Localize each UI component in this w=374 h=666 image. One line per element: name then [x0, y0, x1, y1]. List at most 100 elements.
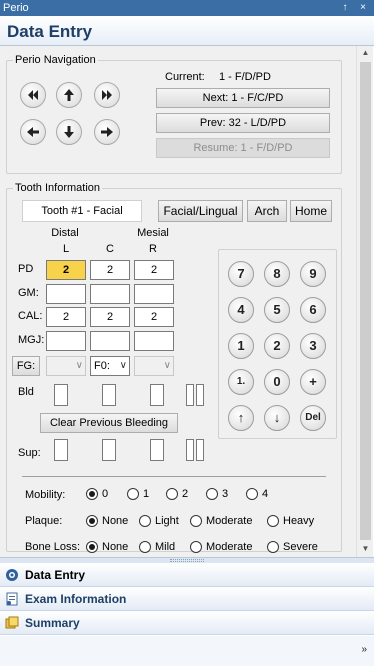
plaque-option-label: Heavy: [283, 515, 315, 527]
key-6[interactable]: 6: [300, 297, 326, 323]
chevron-down-icon: ∨: [119, 360, 127, 371]
scrollbar-thumb[interactable]: [360, 62, 371, 540]
facial-lingual-button[interactable]: Facial/Lingual: [158, 200, 243, 222]
bone-loss-option-moderate[interactable]: Moderate: [190, 541, 252, 553]
last-record-button[interactable]: [94, 82, 120, 108]
bone-loss-option-label: None: [102, 541, 129, 553]
gm-center-input[interactable]: [90, 284, 130, 304]
fg-distal-select[interactable]: ∨: [46, 356, 86, 376]
vertical-scrollbar[interactable]: ▲ ▼: [356, 46, 373, 557]
gm-mesial-input[interactable]: [134, 284, 174, 304]
left-arrow-button[interactable]: [20, 119, 46, 145]
bleeding-center-toggle[interactable]: [102, 384, 116, 406]
mobility-option-4[interactable]: 4: [246, 488, 268, 500]
key-3[interactable]: 3: [300, 333, 326, 359]
bleeding-extra-toggle-1[interactable]: [186, 384, 194, 406]
key-0[interactable]: 0: [264, 369, 290, 395]
right-arrow-button[interactable]: [94, 119, 120, 145]
bone-loss-option-label: Moderate: [206, 541, 253, 553]
bone-loss-option-mild[interactable]: Mild: [139, 541, 175, 553]
suppuration-mesial-toggle[interactable]: [150, 439, 164, 461]
suppuration-extra-toggle-1[interactable]: [186, 439, 194, 461]
bleeding-mesial-toggle[interactable]: [150, 384, 164, 406]
mobility-option-label: 1: [143, 488, 150, 500]
nav-item-data-entry[interactable]: Data Entry: [0, 563, 374, 587]
mgj-center-input[interactable]: [90, 331, 130, 351]
bleeding-extra-toggle-2[interactable]: [196, 384, 204, 406]
mgj-distal-input[interactable]: [46, 331, 86, 351]
plaque-option-moderate[interactable]: Moderate: [190, 515, 252, 527]
key-delete[interactable]: Del: [300, 405, 326, 431]
plaque-option-none[interactable]: None: [86, 515, 128, 527]
key-up-arrow[interactable]: ↑: [228, 405, 254, 431]
radio-selected: [86, 541, 98, 553]
perio-navigation-legend: Perio Navigation: [15, 54, 96, 66]
cal-center-input[interactable]: 2: [90, 307, 130, 327]
plaque-option-light[interactable]: Light: [139, 515, 179, 527]
column-c-label: C: [106, 243, 114, 255]
mobility-option-1[interactable]: 1: [127, 488, 149, 500]
cal-label: CAL:: [18, 310, 43, 322]
key-5[interactable]: 5: [264, 297, 290, 323]
more-items-icon[interactable]: »: [361, 644, 367, 655]
pd-mesial-input[interactable]: 2: [134, 260, 174, 280]
key-1-dot[interactable]: 1.: [228, 369, 254, 395]
fg-mesial-select[interactable]: ∨: [134, 356, 174, 376]
plaque-option-heavy[interactable]: Heavy: [267, 515, 314, 527]
clear-previous-bleeding-button[interactable]: Clear Previous Bleeding: [40, 413, 178, 433]
key-4[interactable]: 4: [228, 297, 254, 323]
cal-mesial-input[interactable]: 2: [134, 307, 174, 327]
mobility-option-3[interactable]: 3: [206, 488, 228, 500]
current-label: Current:: [165, 71, 205, 83]
key-plus[interactable]: +: [300, 369, 326, 395]
scroll-down-arrow-icon[interactable]: ▼: [357, 542, 374, 556]
radio-selected: [86, 488, 98, 500]
arch-button[interactable]: Arch: [247, 200, 287, 222]
pd-center-input[interactable]: 2: [90, 260, 130, 280]
double-right-arrow-icon: [102, 90, 112, 100]
key-7[interactable]: 7: [228, 261, 254, 287]
home-button[interactable]: Home: [290, 200, 332, 222]
suppuration-extra-toggle-2[interactable]: [196, 439, 204, 461]
key-9[interactable]: 9: [300, 261, 326, 287]
bleeding-distal-toggle[interactable]: [54, 384, 68, 406]
prev-button[interactable]: Prev: 32 - L/D/PD: [156, 113, 330, 133]
first-record-button[interactable]: [20, 82, 46, 108]
mobility-option-2[interactable]: 2: [166, 488, 188, 500]
close-icon[interactable]: ×: [356, 0, 370, 16]
key-down-arrow[interactable]: ↓: [264, 405, 290, 431]
suppuration-distal-toggle[interactable]: [54, 439, 68, 461]
pin-icon[interactable]: ↑: [338, 0, 352, 16]
next-button[interactable]: Next: 1 - F/C/PD: [156, 88, 330, 108]
fg-center-select[interactable]: F0: ∨: [90, 356, 130, 376]
up-arrow-button[interactable]: [56, 82, 82, 108]
cal-distal-input[interactable]: 2: [46, 307, 86, 327]
splitter-grip: [170, 559, 204, 562]
fg-button[interactable]: FG:: [12, 356, 40, 376]
key-2[interactable]: 2: [264, 333, 290, 359]
plaque-option-label: None: [102, 515, 129, 527]
mgj-label: MGJ:: [18, 334, 45, 346]
pd-distal-input[interactable]: 2: [46, 260, 86, 280]
gm-distal-input[interactable]: [46, 284, 86, 304]
down-arrow-button[interactable]: [56, 119, 82, 145]
bone-loss-label: Bone Loss:: [25, 541, 81, 553]
radio-selected: [86, 515, 98, 527]
mgj-mesial-input[interactable]: [134, 331, 174, 351]
mobility-option-0[interactable]: 0: [86, 488, 108, 500]
resume-button[interactable]: Resume: 1 - F/D/PD: [156, 138, 330, 158]
nav-item-summary[interactable]: Summary: [0, 611, 374, 635]
key-1[interactable]: 1: [228, 333, 254, 359]
nav-item-exam-information[interactable]: Exam Information: [0, 587, 374, 611]
radio: [206, 488, 218, 500]
mesial-header: Mesial: [137, 227, 169, 239]
keypad: 7 8 9 4 5 6 1 2 3 1. 0 + ↑ ↓ Del: [218, 249, 337, 439]
scroll-up-arrow-icon[interactable]: ▲: [357, 46, 374, 60]
chevron-down-icon: ∨: [75, 360, 83, 371]
bone-loss-option-severe[interactable]: Severe: [267, 541, 318, 553]
key-8[interactable]: 8: [264, 261, 290, 287]
data-entry-panel: Perio Navigation Current: 1 - F/D/PD Nex…: [0, 46, 356, 557]
bone-loss-option-none[interactable]: None: [86, 541, 128, 553]
left-arrow-icon: [27, 127, 39, 137]
suppuration-center-toggle[interactable]: [102, 439, 116, 461]
